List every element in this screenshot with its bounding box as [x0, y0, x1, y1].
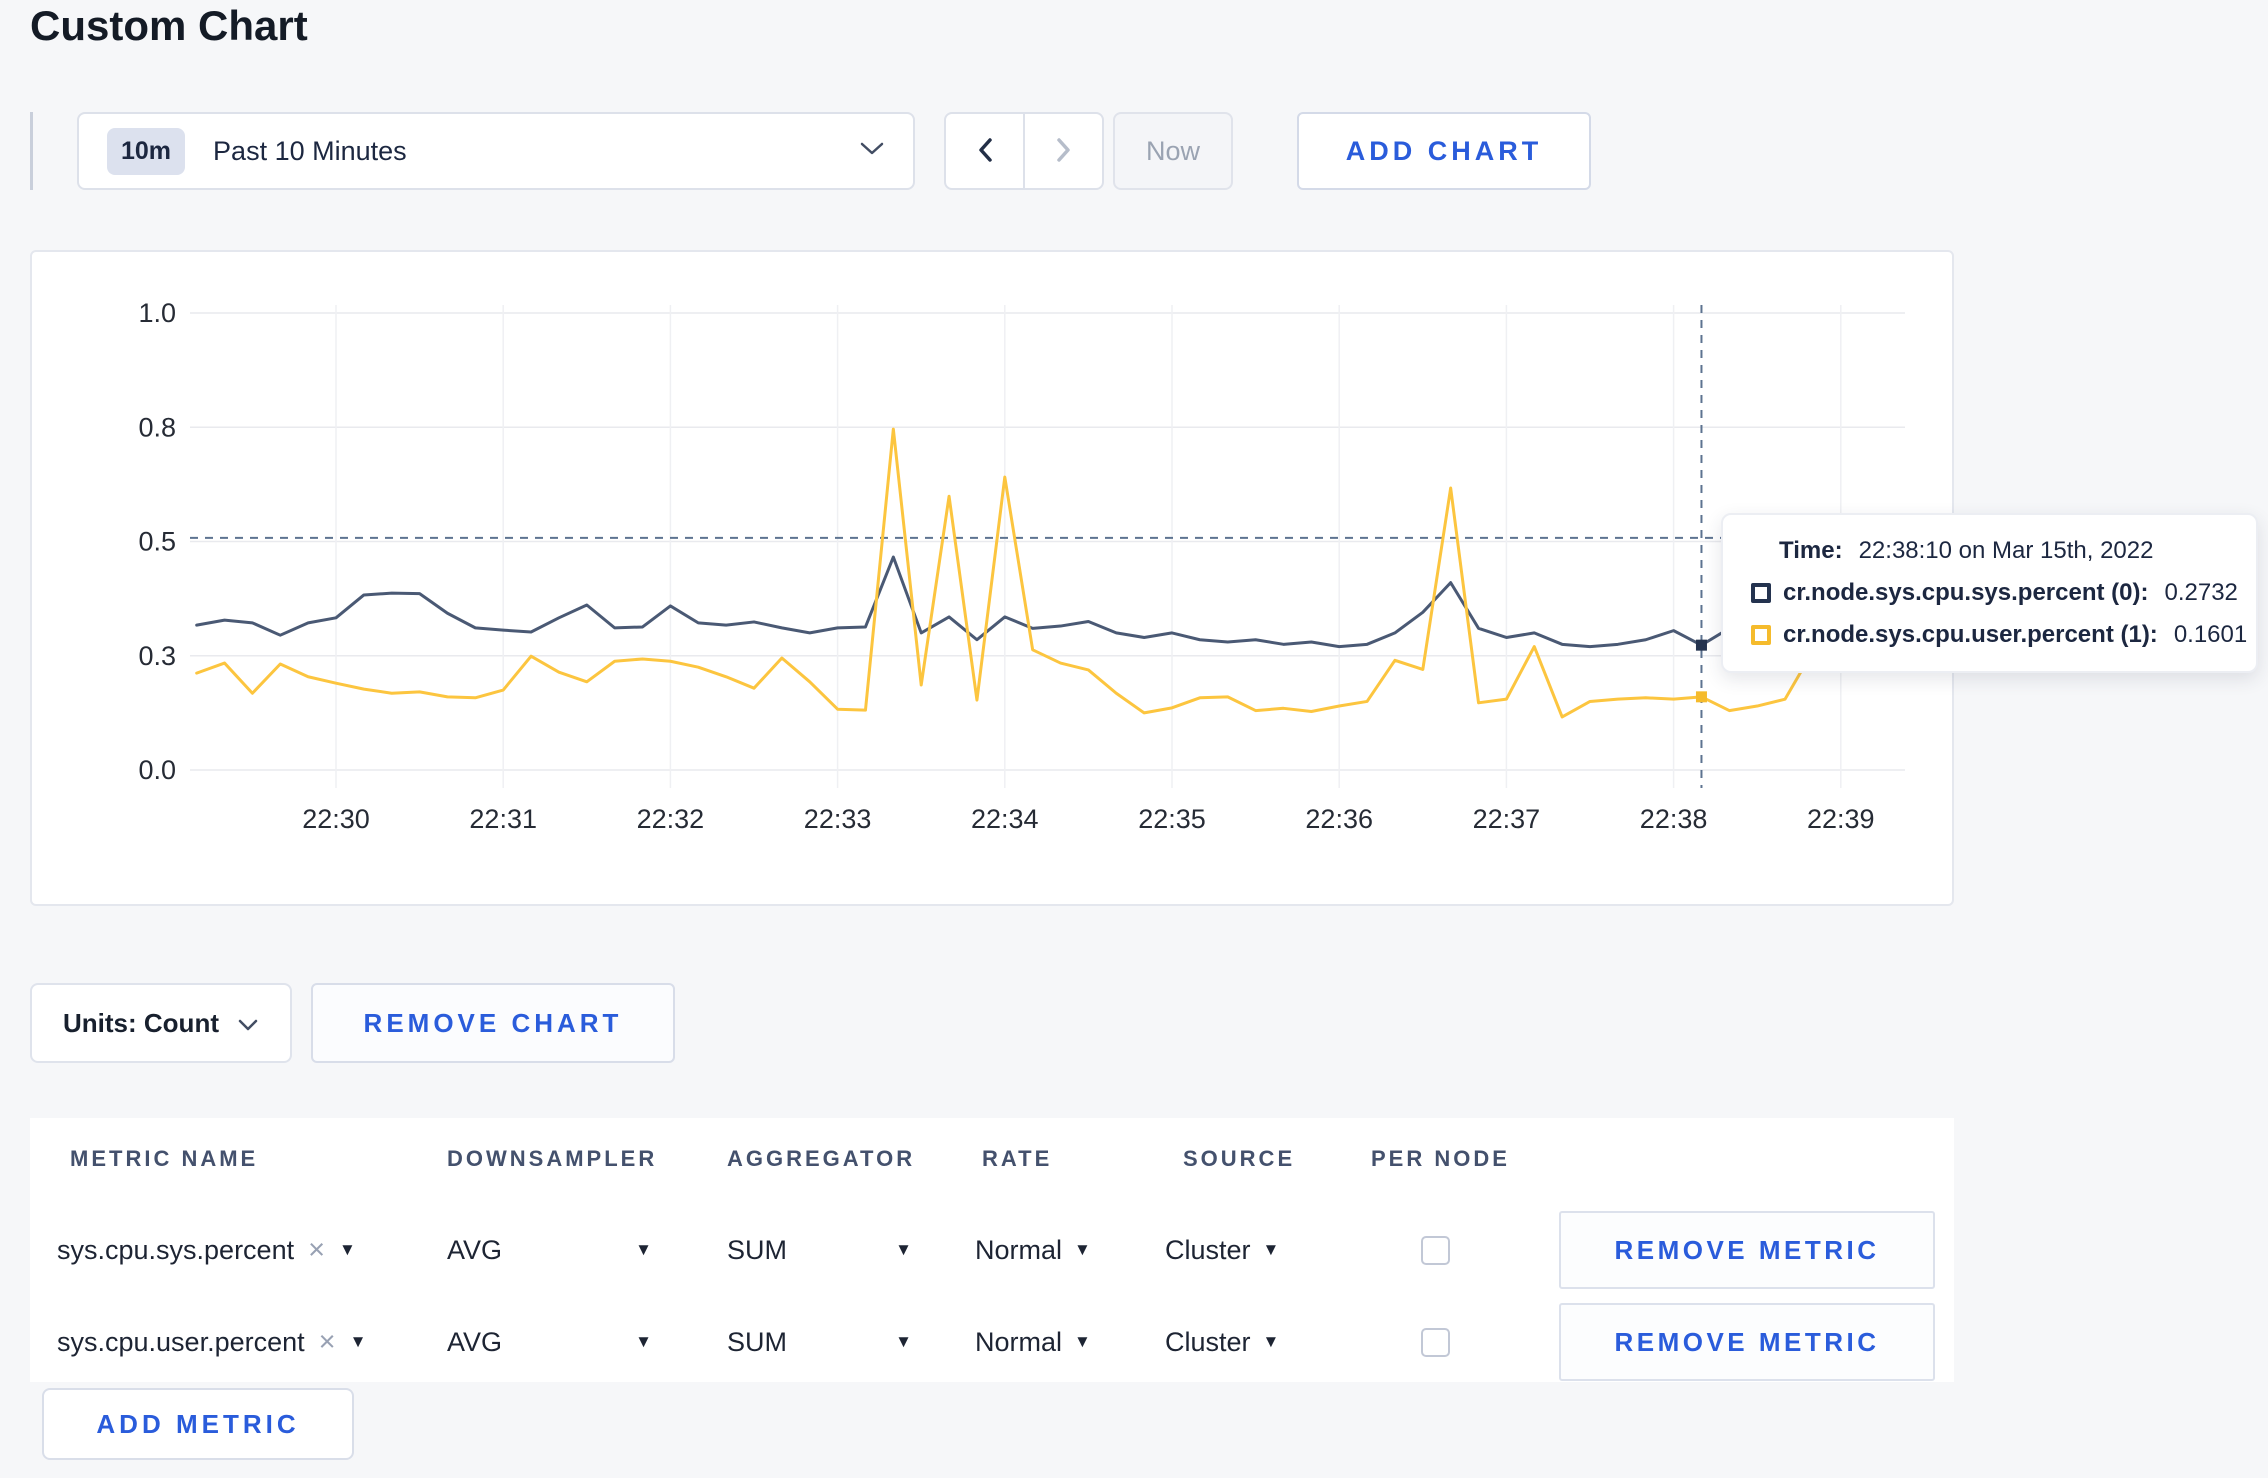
- aggregator-value: SUM: [727, 1234, 787, 1265]
- clear-metric-icon[interactable]: ×: [308, 1235, 325, 1265]
- metric-name: sys.cpu.user.percent: [57, 1326, 305, 1357]
- metric-name: sys.cpu.sys.percent: [57, 1234, 295, 1265]
- metric-name-select[interactable]: sys.cpu.sys.percent × ▼: [57, 1204, 356, 1296]
- clear-metric-icon[interactable]: ×: [319, 1327, 336, 1357]
- table-row: sys.cpu.sys.percent × ▼ AVG ▼ SUM ▼ Norm…: [30, 1204, 1954, 1296]
- downsampler-value: AVG: [447, 1234, 503, 1265]
- caret-down-icon: ▼: [349, 1332, 367, 1351]
- downsampler-select[interactable]: AVG ▼: [447, 1296, 652, 1388]
- table-row: sys.cpu.user.percent × ▼ AVG ▼ SUM ▼ Nor…: [30, 1296, 1954, 1388]
- time-range-label: Past 10 Minutes: [213, 135, 407, 166]
- custom-chart-page: Custom Chart 10m Past 10 Minutes Now ADD…: [0, 0, 2268, 1478]
- metrics-table: METRIC NAME DOWNSAMPLER AGGREGATOR RATE …: [30, 1118, 1954, 1382]
- source-value: Cluster: [1165, 1234, 1251, 1265]
- remove-metric-button[interactable]: REMOVE METRIC: [1559, 1303, 1935, 1381]
- svg-text:0.8: 0.8: [138, 412, 176, 442]
- col-header-rate: RATE: [982, 1146, 1053, 1171]
- tooltip-time-label: Time:: [1779, 537, 1843, 564]
- prev-range-button[interactable]: [946, 114, 1025, 188]
- svg-text:22:34: 22:34: [971, 804, 1039, 834]
- aggregator-select[interactable]: SUM ▼: [727, 1296, 912, 1388]
- tooltip-time-value: 22:38:10 on Mar 15th, 2022: [1858, 537, 2154, 564]
- chart-tooltip: Time: 22:38:10 on Mar 15th, 2022 cr.node…: [1721, 513, 2258, 673]
- chevron-down-icon: [859, 141, 885, 162]
- tooltip-series-row: cr.node.sys.cpu.sys.percent (0): 0.2732: [1751, 579, 2238, 607]
- downsampler-select[interactable]: AVG ▼: [447, 1204, 652, 1296]
- tooltip-series-row: cr.node.sys.cpu.user.percent (1): 0.1601: [1751, 621, 2247, 649]
- source-select[interactable]: Cluster ▼: [1165, 1296, 1279, 1388]
- now-button[interactable]: Now: [1113, 112, 1233, 190]
- caret-down-icon: ▼: [895, 1240, 912, 1259]
- remove-chart-button[interactable]: REMOVE CHART: [311, 983, 675, 1063]
- col-header-per-node: PER NODE: [1371, 1146, 1510, 1171]
- add-metric-button[interactable]: ADD METRIC: [42, 1388, 354, 1460]
- svg-text:22:35: 22:35: [1138, 804, 1206, 834]
- caret-down-icon: ▼: [339, 1240, 356, 1259]
- rate-select[interactable]: Normal ▼: [975, 1204, 1091, 1296]
- remove-metric-button[interactable]: REMOVE METRIC: [1559, 1211, 1935, 1289]
- rate-select[interactable]: Normal ▼: [975, 1296, 1091, 1388]
- tooltip-time-row: Time: 22:38:10 on Mar 15th, 2022: [1751, 537, 2228, 565]
- col-header-aggregator: AGGREGATOR: [727, 1146, 916, 1171]
- rate-value: Normal: [975, 1326, 1063, 1357]
- caret-down-icon: ▼: [635, 1332, 652, 1351]
- svg-text:0.0: 0.0: [138, 755, 176, 785]
- col-header-metric-name: METRIC NAME: [70, 1146, 259, 1171]
- tooltip-series-label: cr.node.sys.cpu.user.percent (1):: [1783, 621, 2158, 648]
- chevron-right-icon: [1053, 136, 1075, 167]
- caret-down-icon: ▼: [1074, 1240, 1091, 1259]
- tooltip-series-value: 0.1601: [2173, 621, 2248, 648]
- sys-series-swatch-icon: [1751, 583, 1771, 603]
- units-select[interactable]: Units: Count: [30, 983, 292, 1063]
- next-range-button[interactable]: [1025, 114, 1102, 188]
- rate-value: Normal: [975, 1234, 1063, 1265]
- col-header-source: SOURCE: [1183, 1146, 1296, 1171]
- svg-text:22:36: 22:36: [1305, 804, 1373, 834]
- page-title: Custom Chart: [30, 2, 308, 49]
- svg-text:22:31: 22:31: [469, 804, 537, 834]
- svg-text:22:32: 22:32: [637, 804, 705, 834]
- time-nav-group: [944, 112, 1104, 190]
- tooltip-series-label: cr.node.sys.cpu.sys.percent (0):: [1783, 579, 2149, 606]
- chart-card: 0.0 0.3 0.5 0.8 1.0 22:30 22:31 22:32 22:33 22:34…: [30, 250, 1954, 906]
- per-node-checkbox[interactable]: [1421, 1328, 1450, 1357]
- chevron-left-icon: [974, 136, 996, 167]
- caret-down-icon: ▼: [895, 1332, 912, 1351]
- per-node-checkbox[interactable]: [1421, 1236, 1450, 1265]
- downsampler-value: AVG: [447, 1326, 503, 1357]
- chevron-down-icon: [237, 1008, 259, 1039]
- time-range-badge: 10m: [107, 127, 186, 175]
- svg-text:0.5: 0.5: [138, 527, 176, 557]
- svg-text:0.3: 0.3: [138, 641, 176, 671]
- svg-text:22:30: 22:30: [302, 804, 370, 834]
- caret-down-icon: ▼: [1262, 1332, 1280, 1351]
- units-label: Units: Count: [63, 1007, 219, 1038]
- source-select[interactable]: Cluster ▼: [1165, 1204, 1279, 1296]
- add-chart-button[interactable]: ADD CHART: [1297, 112, 1591, 190]
- tooltip-series-value: 0.2732: [2164, 579, 2238, 606]
- aggregator-select[interactable]: SUM ▼: [727, 1204, 912, 1296]
- svg-text:1.0: 1.0: [138, 298, 176, 328]
- caret-down-icon: ▼: [1074, 1332, 1091, 1351]
- caret-down-icon: ▼: [1262, 1240, 1280, 1259]
- user-series-swatch-icon: [1751, 625, 1771, 645]
- svg-text:22:33: 22:33: [804, 804, 872, 834]
- svg-text:22:37: 22:37: [1473, 804, 1541, 834]
- time-range-selector[interactable]: 10m Past 10 Minutes: [77, 112, 915, 190]
- aggregator-value: SUM: [727, 1326, 787, 1357]
- toolbar-divider: [30, 112, 33, 190]
- svg-text:22:39: 22:39: [1807, 804, 1875, 834]
- col-header-downsampler: DOWNSAMPLER: [447, 1146, 658, 1171]
- metric-name-select[interactable]: sys.cpu.user.percent × ▼: [57, 1296, 366, 1388]
- svg-text:22:38: 22:38: [1640, 804, 1708, 834]
- cpu-usage-chart[interactable]: 0.0 0.3 0.5 0.8 1.0 22:30 22:31 22:32 22:33 22:34…: [30, 250, 1954, 906]
- caret-down-icon: ▼: [635, 1240, 652, 1259]
- source-value: Cluster: [1165, 1326, 1251, 1357]
